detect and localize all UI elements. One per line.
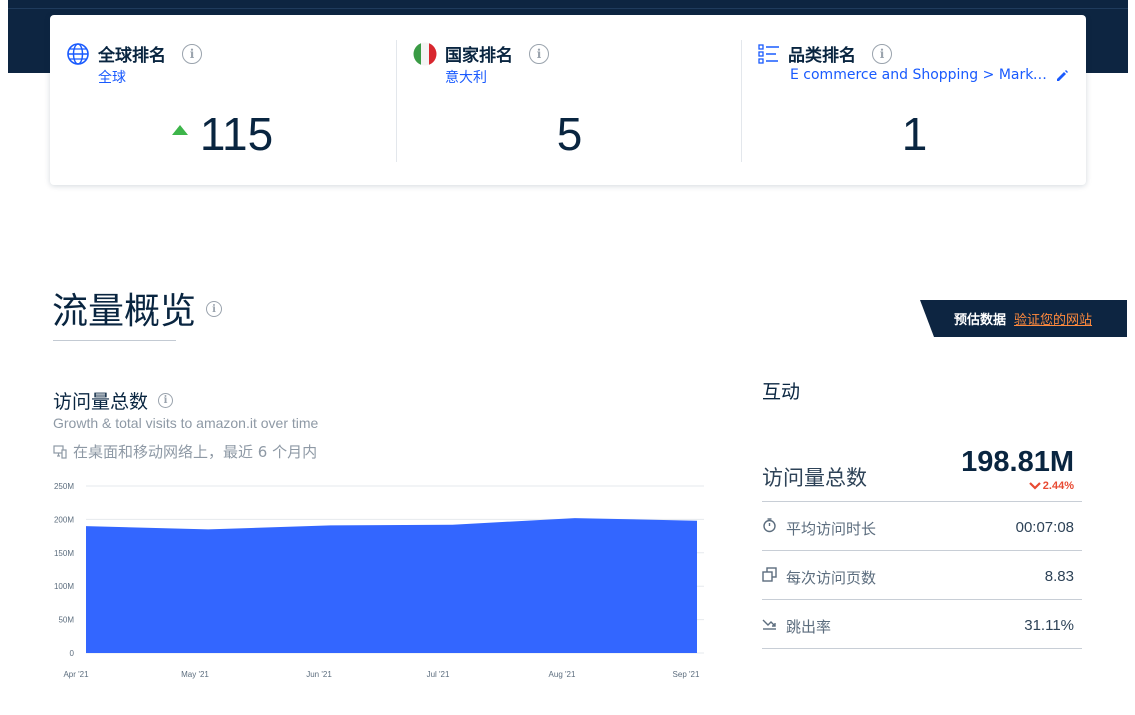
avg-visit-duration-row: 平均访问时长 00:07:08 [762,502,1082,551]
chevron-down-icon [1029,482,1041,490]
y-tick-label: 0 [70,649,75,658]
global-rank: 全球排名 i 全球 115 [50,15,395,185]
desktop-mobile-icon [53,444,67,459]
estimated-data-banner: 预估数据 验证您的网站 [920,300,1127,337]
engagement-title: 互动 [762,381,801,403]
y-tick-label: 250M [54,482,74,491]
globe-icon [67,42,89,65]
category-list-icon [758,43,779,64]
visits-area-series[interactable] [86,518,697,653]
traffic-overview-title: 流量概览 [52,291,197,332]
bounce-rate-row: 跳出率 31.11% [762,600,1082,649]
pencil-edit-icon[interactable] [1055,69,1069,83]
verify-site-link[interactable]: 验证您的网站 [1014,309,1092,328]
x-tick-label: Jun '21 [306,670,332,679]
engagement-total-visits: 访问量总数 198.81M 2.44% [762,440,1082,502]
global-rank-value: 115 [199,108,274,160]
category-rank: 品类排名 i E commerce and Shopping > Marketp… [741,40,1086,162]
header-divider [8,8,1128,9]
x-tick-label: Jul '21 [427,670,450,679]
pages-icon [762,567,777,582]
info-icon[interactable]: i [158,393,174,408]
trend-up-icon [171,124,188,135]
global-rank-value-wrap: 115 [50,107,395,161]
avg-visit-duration-value: 00:07:08 [1015,519,1074,536]
total-visits-description: Growth & total visits to amazon.it over … [53,415,319,431]
y-tick-label: 150M [54,549,74,558]
pages-per-visit-value: 8.83 [1044,568,1074,585]
country-rank-title: 国家排名 [445,46,513,66]
total-visits-change: 2.44% [1029,480,1074,492]
info-icon[interactable]: i [529,43,549,64]
y-tick-label: 100M [54,582,74,591]
category-rank-path[interactable]: E commerce and Shopping > Marketplace [790,67,1050,83]
y-tick-label: 50M [58,616,74,625]
total-visits-change-value: 2.44% [1042,480,1074,492]
info-icon[interactable]: i [182,43,202,64]
pages-per-visit-label: 每次访问页数 [786,569,877,587]
country-rank-value: 5 [556,108,583,160]
total-visits-label: 访问量总数 [762,466,867,490]
bounce-rate-label: 跳出率 [786,618,832,636]
global-rank-scope[interactable]: 全球 [98,67,126,87]
estimated-data-label: 预估数据 [954,313,1007,328]
rank-card: 全球排名 i 全球 115 国家排名 i 意大利 5 品类排名 i E comm… [50,15,1086,185]
total-visits-value: 198.81M [961,446,1074,478]
device-scope-text: 在桌面和移动网络上，最近 6 个月内 [73,443,318,461]
global-rank-title: 全球排名 [98,46,166,66]
x-tick-label: May '21 [181,670,209,679]
title-underline [53,340,176,341]
x-tick-label: Aug '21 [549,670,576,679]
italy-flag-icon [413,42,437,65]
total-visits-heading: 访问量总数 i [53,387,174,414]
country-rank: 国家排名 i 意大利 5 [396,40,741,162]
bounce-rate-value: 31.11% [1024,617,1074,634]
total-visits-title: 访问量总数 [53,391,149,413]
page-title: 流量概览 i [52,282,223,334]
y-tick-label: 200M [54,515,74,524]
category-rank-value: 1 [901,108,928,160]
info-icon[interactable]: i [206,301,223,317]
info-icon[interactable]: i [872,43,892,64]
bounce-icon [762,619,776,630]
clock-icon [763,518,776,533]
x-tick-label: Apr '21 [63,670,89,679]
category-rank-title: 品类排名 [788,46,856,66]
device-scope: 在桌面和移动网络上，最近 6 个月内 [53,441,317,462]
pages-per-visit-row: 每次访问页数 8.83 [762,551,1082,600]
x-tick-label: Sep '21 [673,670,700,679]
avg-visit-duration-label: 平均访问时长 [786,520,877,538]
total-visits-chart: 0 50M 100M 150M 200M 250M Apr '21 May '21 Jun '… [54,482,704,679]
country-rank-scope[interactable]: 意大利 [445,67,487,87]
